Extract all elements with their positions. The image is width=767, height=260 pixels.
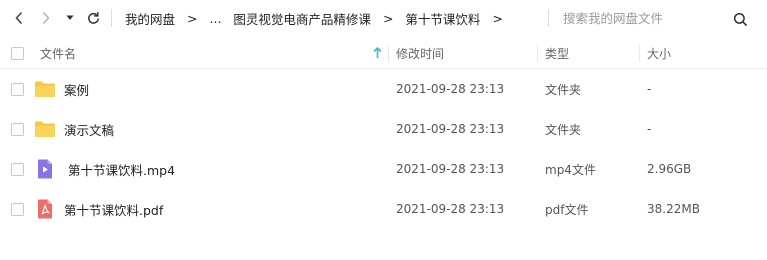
file-type: 文件夹 — [545, 82, 582, 97]
file-name[interactable]: 演示文稿 — [64, 109, 114, 149]
file-row[interactable]: 第十节课饮料.mp4 2021-09-28 23:13 mp4文件 2.96GB — [0, 149, 767, 189]
column-header-size[interactable]: 大小 — [647, 37, 671, 69]
file-size: - — [647, 122, 652, 136]
breadcrumb-separator: > — [187, 11, 198, 26]
forward-button[interactable] — [36, 8, 56, 28]
file-row[interactable]: 演示文稿 2021-09-28 23:13 文件夹 - — [0, 109, 767, 149]
file-modified: 2021-09-28 23:13 — [396, 122, 505, 136]
breadcrumb-item-course[interactable]: 图灵视觉电商产品精修课 — [227, 9, 377, 28]
select-all-checkbox[interactable] — [11, 46, 24, 60]
column-divider[interactable] — [639, 45, 640, 62]
file-size: 2.96GB — [647, 162, 692, 176]
row-checkbox[interactable] — [11, 162, 24, 176]
breadcrumb-item-root[interactable]: 我的网盘 — [119, 9, 181, 28]
column-divider[interactable] — [537, 45, 538, 62]
row-checkbox-cell — [11, 149, 24, 189]
file-type: 文件夹 — [545, 122, 582, 137]
nav-divider — [111, 9, 112, 27]
column-divider[interactable] — [388, 45, 389, 62]
history-dropdown-button[interactable] — [63, 8, 77, 28]
file-name[interactable]: 第十节课饮料.pdf — [64, 189, 163, 229]
file-name[interactable]: 第十节课饮料.mp4 — [68, 149, 175, 189]
row-checkbox[interactable] — [11, 82, 24, 96]
search-divider — [548, 9, 549, 27]
sort-button[interactable] — [371, 46, 383, 60]
file-icon-cell — [34, 189, 56, 229]
file-type: mp4文件 — [545, 162, 596, 177]
file-name[interactable]: 案例 — [64, 69, 89, 109]
back-button[interactable] — [9, 8, 29, 28]
breadcrumb: 我的网盘 > ... 图灵视觉电商产品精修课 > 第十节课饮料 > — [119, 0, 509, 37]
file-modified: 2021-09-28 23:13 — [396, 82, 505, 96]
search-input[interactable] — [557, 6, 722, 30]
search-button[interactable] — [729, 8, 751, 30]
navigation-bar: 我的网盘 > ... 图灵视觉电商产品精修课 > 第十节课饮料 > — [0, 0, 767, 37]
file-modified: 2021-09-28 23:13 — [396, 202, 505, 216]
column-header-name[interactable]: 文件名 — [40, 37, 76, 69]
select-all-checkbox-cell — [11, 37, 24, 69]
chevron-left-icon — [15, 11, 23, 25]
breadcrumb-separator: > — [382, 11, 394, 26]
file-list-header: 文件名 修改时间 类型 大小 — [0, 37, 767, 69]
file-icon-cell — [34, 109, 56, 149]
folder-icon — [35, 121, 55, 137]
file-size: - — [647, 82, 652, 96]
file-icon-cell — [34, 69, 56, 109]
file-icon-cell — [34, 149, 56, 189]
column-header-type[interactable]: 类型 — [545, 37, 569, 69]
breadcrumb-item-current[interactable]: 第十节课饮料 — [399, 9, 486, 28]
row-checkbox[interactable] — [11, 122, 24, 136]
breadcrumb-separator: > — [492, 11, 503, 26]
file-row[interactable]: 案例 2021-09-28 23:13 文件夹 - — [0, 69, 767, 109]
chevron-right-icon — [42, 11, 50, 25]
search-icon — [733, 12, 747, 26]
file-size: 38.22MB — [647, 202, 700, 216]
caret-down-icon — [66, 15, 74, 20]
row-checkbox-cell — [11, 69, 24, 109]
video-file-icon — [38, 159, 52, 179]
breadcrumb-item-ellipsis[interactable]: ... — [204, 11, 228, 26]
refresh-icon — [87, 11, 99, 24]
file-modified: 2021-09-28 23:13 — [396, 162, 505, 176]
refresh-button[interactable] — [83, 8, 103, 28]
column-header-modified[interactable]: 修改时间 — [396, 37, 444, 69]
file-type: pdf文件 — [545, 202, 589, 217]
file-row[interactable]: 第十节课饮料.pdf 2021-09-28 23:13 pdf文件 38.22M… — [0, 189, 767, 229]
sort-ascending-icon — [372, 47, 382, 58]
folder-icon — [35, 81, 55, 97]
row-checkbox-cell — [11, 109, 24, 149]
row-checkbox[interactable] — [11, 202, 24, 216]
pdf-file-icon — [38, 199, 52, 219]
row-checkbox-cell — [11, 189, 24, 229]
